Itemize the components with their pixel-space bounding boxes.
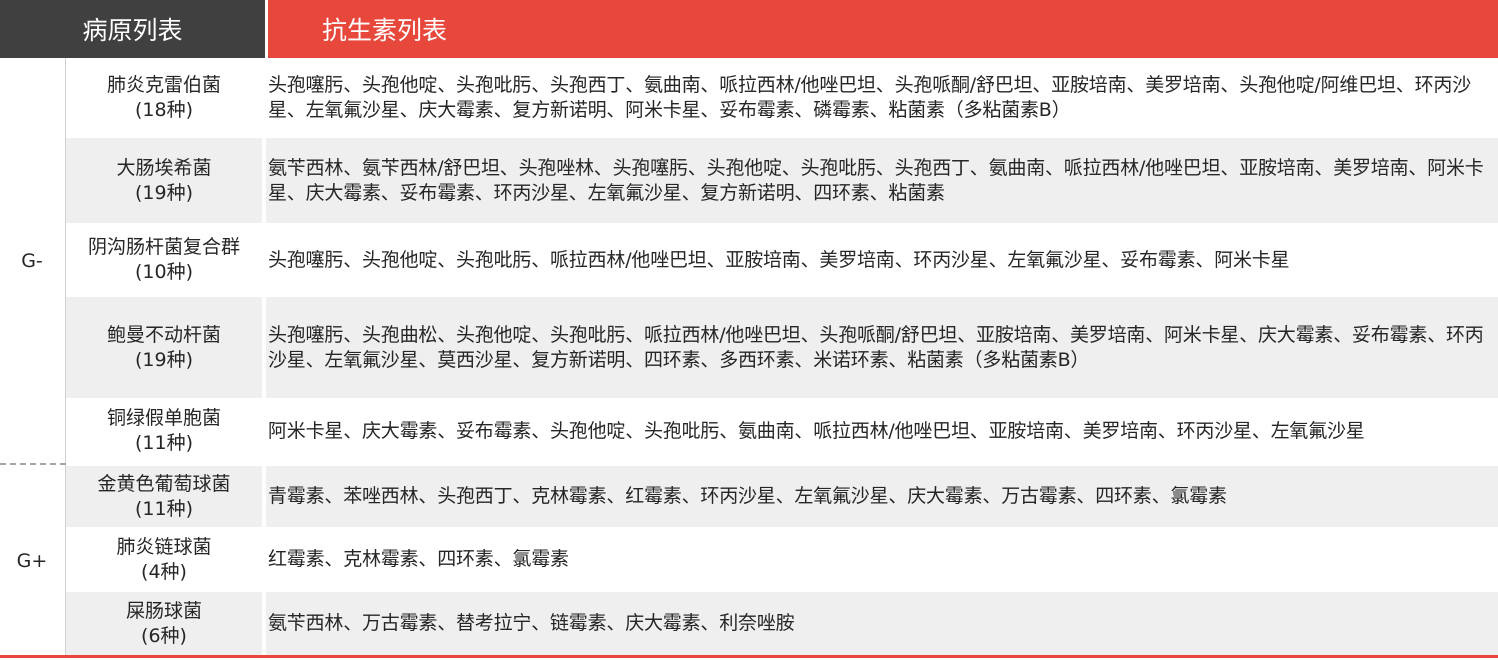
gram-negative-group-label: G- (0, 58, 64, 463)
antibiotics-text: 头孢噻肟、头孢他啶、头孢吡肟、头孢西丁、氨曲南、哌拉西林/他唑巴坦、头孢哌酮/舒… (268, 74, 1472, 121)
antibiotics-cell: 氨苄西林、万古霉素、替考拉宁、链霉素、庆大霉素、利奈唑胺 (266, 592, 1498, 655)
antibiotics-text: 青霉素、苯唑西林、头孢西丁、克林霉素、红霉素、环丙沙星、左氧氟沙星、庆大霉素、万… (268, 485, 1227, 507)
pathogen-name: 大肠埃希菌 (116, 156, 212, 179)
pathogen-cell: 屎肠球菌 (6种) (66, 592, 262, 655)
pathogen-name: 铜绿假单胞菌 (106, 407, 221, 429)
pathogen-count: (10种) (134, 261, 193, 283)
pathogen-name: 阴沟肠杆菌复合群 (87, 236, 240, 258)
antibiotics-cell: 头孢噻肟、头孢他啶、头孢吡肟、头孢西丁、氨曲南、哌拉西林/他唑巴坦、头孢哌酮/舒… (266, 60, 1498, 136)
pathogen-name: 鲍曼不动杆菌 (106, 323, 221, 346)
pathogen-name: 肺炎克雷伯菌 (106, 74, 221, 96)
gram-positive-label: G+ (16, 550, 48, 572)
pathogen-name: 肺炎链球菌 (116, 535, 212, 558)
table-row: 鲍曼不动杆菌 (19种) 头孢噻肟、头孢曲松、头孢他啶、头孢吡肟、哌拉西林/他唑… (66, 297, 1498, 398)
pathogen-cell: 铜绿假单胞菌 (11种) (66, 400, 262, 462)
table-row: 大肠埃希菌 (19种) 氨苄西林、氨苄西林/舒巴坦、头孢唑林、头孢噻肟、头孢他啶… (66, 138, 1498, 223)
antibiotics-cell: 青霉素、苯唑西林、头孢西丁、克林霉素、红霉素、环丙沙星、左氧氟沙星、庆大霉素、万… (266, 466, 1498, 527)
gram-positive-group-label: G+ (0, 465, 64, 657)
pathogen-count: (11种) (134, 432, 193, 454)
pathogen-count: (11种) (134, 497, 193, 520)
pathogen-count: (6种) (141, 624, 187, 647)
antibiotics-text: 阿米卡星、庆大霉素、妥布霉素、头孢他啶、头孢吡肟、氨曲南、哌拉西林/他唑巴坦、亚… (268, 419, 1365, 442)
antibiotic-list-header: 抗生素列表 (268, 0, 1498, 58)
table-row: 肺炎克雷伯菌 (18种) 头孢噻肟、头孢他啶、头孢吡肟、头孢西丁、氨曲南、哌拉西… (66, 60, 1498, 136)
antibiotics-text: 氨苄西林、万古霉素、替考拉宁、链霉素、庆大霉素、利奈唑胺 (268, 612, 795, 634)
pathogen-cell: 鲍曼不动杆菌 (19种) (66, 297, 262, 398)
table-row: 金黄色葡萄球菌 (11种) 青霉素、苯唑西林、头孢西丁、克林霉素、红霉素、环丙沙… (66, 466, 1498, 527)
pathogen-list-header: 病原列表 (0, 0, 265, 58)
gram-negative-label: G- (21, 249, 43, 272)
table-row: 肺炎链球菌 (4种) 红霉素、克林霉素、四环素、氯霉素 (66, 529, 1498, 590)
pathogen-cell: 金黄色葡萄球菌 (11种) (66, 466, 262, 527)
pathogen-count: (19种) (134, 181, 193, 204)
pathogen-cell: 阴沟肠杆菌复合群 (10种) (66, 225, 262, 295)
table-row: 阴沟肠杆菌复合群 (10种) 头孢噻肟、头孢他啶、头孢吡肟、哌拉西林/他唑巴坦、… (66, 225, 1498, 295)
antibiotics-cell: 阿米卡星、庆大霉素、妥布霉素、头孢他啶、头孢吡肟、氨曲南、哌拉西林/他唑巴坦、亚… (266, 400, 1498, 462)
pathogen-name: 金黄色葡萄球菌 (97, 472, 231, 495)
antibiotics-cell: 氨苄西林、氨苄西林/舒巴坦、头孢唑林、头孢噻肟、头孢他啶、头孢吡肟、头孢西丁、氨… (266, 138, 1498, 223)
pathogen-cell: 大肠埃希菌 (19种) (66, 138, 262, 223)
antibiotic-list-title: 抗生素列表 (322, 16, 448, 45)
pathogen-count: (4种) (141, 560, 187, 583)
pathogen-count: (18种) (134, 99, 193, 121)
table-row: 屎肠球菌 (6种) 氨苄西林、万古霉素、替考拉宁、链霉素、庆大霉素、利奈唑胺 (66, 592, 1498, 655)
antibiotics-text: 红霉素、克林霉素、四环素、氯霉素 (268, 548, 569, 570)
pathogen-cell: 肺炎克雷伯菌 (18种) (66, 60, 262, 136)
antibiotics-cell: 头孢噻肟、头孢他啶、头孢吡肟、哌拉西林/他唑巴坦、亚胺培南、美罗培南、环丙沙星、… (266, 225, 1498, 295)
antibiotics-cell: 头孢噻肟、头孢曲松、头孢他啶、头孢吡肟、哌拉西林/他唑巴坦、头孢哌酮/舒巴坦、亚… (266, 297, 1498, 398)
bottom-accent-bar (0, 655, 1498, 658)
table-row: 铜绿假单胞菌 (11种) 阿米卡星、庆大霉素、妥布霉素、头孢他啶、头孢吡肟、氨曲… (66, 400, 1498, 462)
pathogen-count: (19种) (134, 348, 193, 371)
antibiotics-text: 氨苄西林、氨苄西林/舒巴坦、头孢唑林、头孢噻肟、头孢他啶、头孢吡肟、头孢西丁、氨… (268, 156, 1484, 204)
pathogen-list-title: 病原列表 (82, 16, 183, 45)
antibiotics-cell: 红霉素、克林霉素、四环素、氯霉素 (266, 529, 1498, 590)
antibiotics-text: 头孢噻肟、头孢他啶、头孢吡肟、哌拉西林/他唑巴坦、亚胺培南、美罗培南、环丙沙星、… (268, 248, 1290, 271)
pathogen-cell: 肺炎链球菌 (4种) (66, 529, 262, 590)
pathogen-name: 屎肠球菌 (125, 599, 202, 622)
antibiotics-text: 头孢噻肟、头孢曲松、头孢他啶、头孢吡肟、哌拉西林/他唑巴坦、头孢哌酮/舒巴坦、亚… (268, 323, 1484, 371)
